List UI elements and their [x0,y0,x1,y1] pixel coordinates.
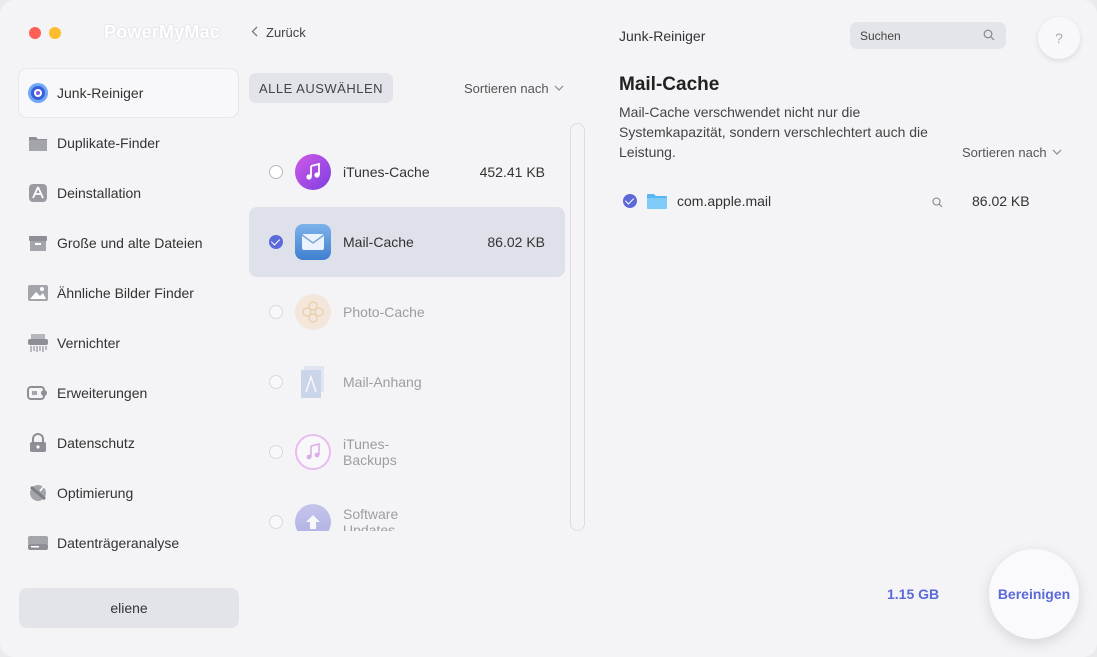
category-name: iTunes- Backups [343,436,397,468]
category-row-software-updates[interactable]: Software Updates [249,487,565,531]
sidebar-item-label: Erweiterungen [57,385,148,401]
sidebar-item-label: Duplikate-Finder [57,135,160,151]
category-name: Photo-Cache [343,304,425,320]
file-size: 86.02 KB [972,193,1030,209]
sidebar-item-extensions[interactable]: Erweiterungen [19,369,238,417]
music-note-icon [295,154,331,190]
list-scrollbar[interactable] [570,123,585,531]
sidebar-item-optimization[interactable]: Optimierung [19,469,238,517]
app-title: PowerMyMac [104,22,221,42]
software-update-icon [295,504,331,531]
category-row-itunes-backups[interactable]: iTunes- Backups [249,417,565,487]
clean-button[interactable]: Bereinigen [989,549,1079,639]
sidebar-item-shredder[interactable]: Vernichter [19,319,238,367]
extension-icon [27,382,49,404]
photos-flower-icon [295,294,331,330]
chevron-down-icon [1052,147,1062,158]
sidebar-item-label: Vernichter [57,335,121,351]
category-checkbox[interactable] [269,305,283,319]
sidebar-item-junk-cleaner[interactable]: Junk-Reiniger [19,69,238,117]
file-row[interactable]: com.apple.mail 86.02 KB [619,186,1039,216]
select-all-button[interactable]: ALLE AUSWÄHLEN [249,73,393,103]
sidebar-item-label: Optimierung [57,485,134,501]
shredder-icon [27,332,49,354]
chevron-down-icon [554,83,564,94]
sort-dropdown[interactable]: Sortieren nach [464,81,564,96]
reveal-in-finder-icon[interactable] [932,195,943,213]
close-window-button[interactable] [29,27,41,39]
app-window: PowerMyMac Junk-Reiniger Duplikate-Finde… [0,0,1097,657]
back-label: Zurück [266,25,306,40]
user-account-button[interactable]: eliene [19,588,239,628]
music-backup-icon [295,434,331,470]
box-icon [27,232,49,254]
back-button[interactable]: Zurück [251,25,306,40]
folder-icon [647,193,667,214]
total-size: 1.15 GB [887,586,940,602]
attachment-icon [295,364,331,400]
image-icon [27,282,49,304]
sidebar-item-label: Junk-Reiniger [57,85,144,101]
sidebar-item-privacy[interactable]: Datenschutz [19,419,238,467]
chevron-left-icon [251,25,258,40]
category-row-itunes-cache[interactable]: iTunes-Cache 452.41 KB [249,137,565,207]
category-name: iTunes-Cache [343,164,430,180]
category-checkbox[interactable] [269,235,283,249]
category-name: Mail-Cache [343,234,414,250]
category-checkbox[interactable] [269,445,283,459]
category-name: Software Updates [343,506,399,531]
sort-label: Sortieren nach [464,81,549,96]
sidebar-item-large-old-files[interactable]: Große und alte Dateien [19,219,238,267]
sort-dropdown-files[interactable]: Sortieren nach [962,145,1062,160]
detail-description: Mail-Cache verschwendet nicht nur die Sy… [619,104,928,160]
category-size: 452.41 KB [479,164,545,180]
category-checkbox[interactable] [269,165,283,179]
search-input[interactable] [860,28,970,43]
sidebar-item-duplicate-finder[interactable]: Duplikate-Finder [19,119,238,167]
category-name: Mail-Anhang [343,374,422,390]
help-button[interactable]: ? [1038,17,1080,59]
mail-envelope-icon [295,224,331,260]
category-row-mail-attachments[interactable]: Mail-Anhang [249,347,565,417]
minimize-window-button[interactable] [49,27,61,39]
sidebar-item-label: Deinstallation [57,185,142,201]
app-uninstall-icon [27,182,49,204]
file-name: com.apple.mail [677,193,772,209]
category-size: 86.02 KB [487,234,545,250]
sidebar-item-uninstaller[interactable]: Deinstallation [19,169,238,217]
sidebar-item-disk-analysis[interactable]: Datenträgeranalyse [19,519,238,567]
folder-icon [27,132,49,154]
sidebar-item-similar-images[interactable]: Ähnliche Bilder Finder [19,269,238,317]
category-checkbox[interactable] [269,375,283,389]
category-row-photo-cache[interactable]: Photo-Cache [249,277,565,347]
search-box[interactable] [850,22,1006,49]
category-row-mail-cache[interactable]: Mail-Cache 86.02 KB [249,207,565,277]
category-list: iTunes-Cache 452.41 KB Mail-Cache 86.02 … [249,137,567,531]
sidebar-item-label: Datenschutz [57,435,135,451]
search-icon [983,29,995,44]
lock-icon [27,432,49,454]
sidebar-item-label: Große und alte Dateien [57,235,203,251]
panel-title: Junk-Reiniger [619,28,706,44]
sidebar-item-label: Ähnliche Bilder Finder [57,285,194,301]
sidebar-item-label: Datenträgeranalyse [57,535,180,551]
optimize-icon [27,482,49,504]
category-checkbox[interactable] [269,515,283,529]
sort-label: Sortieren nach [962,145,1047,160]
detail-heading: Mail-Cache [619,74,720,95]
disk-icon [27,532,49,554]
junk-cleaner-icon [27,82,49,104]
file-checkbox[interactable] [623,194,637,208]
